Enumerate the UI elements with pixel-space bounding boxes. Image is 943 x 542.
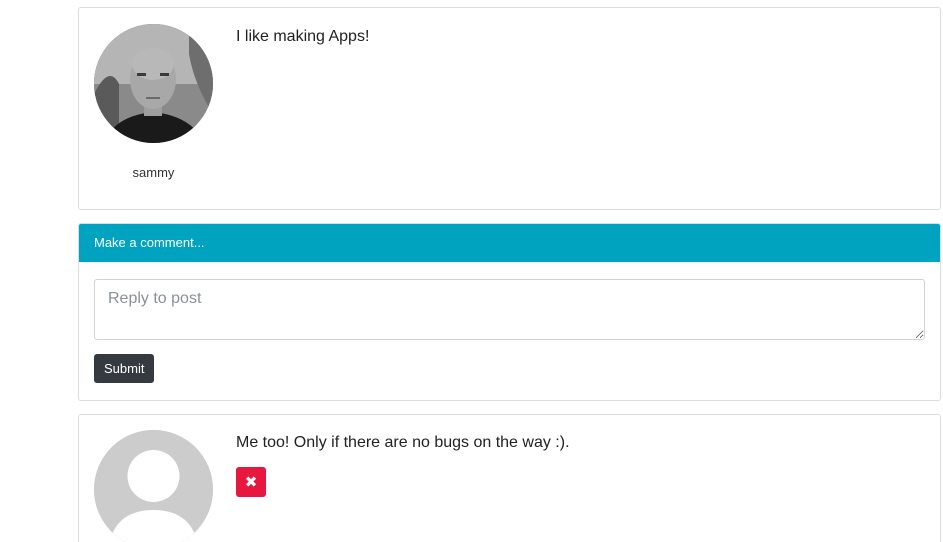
default-user-avatar-icon <box>94 430 213 542</box>
page: sammy I like making Apps! Make a comment… <box>0 0 943 542</box>
close-icon: ✖ <box>244 472 258 491</box>
reply-text: Me too! Only if there are no bugs on the… <box>236 434 570 451</box>
user-photo-icon <box>94 24 213 143</box>
avatar <box>94 24 213 143</box>
reply-card: Me too! Only if there are no bugs on the… <box>78 414 941 542</box>
delete-button[interactable]: ✖ <box>236 467 266 497</box>
comment-card: Make a comment... Submit <box>78 223 941 401</box>
reply-input[interactable] <box>94 279 925 340</box>
submit-button[interactable]: Submit <box>94 354 155 383</box>
avatar <box>94 430 213 542</box>
username: sammy <box>132 165 175 180</box>
post-card: sammy I like making Apps! <box>78 7 941 210</box>
post-text: I like making Apps! <box>236 28 370 45</box>
comment-header: Make a comment... <box>79 224 940 262</box>
